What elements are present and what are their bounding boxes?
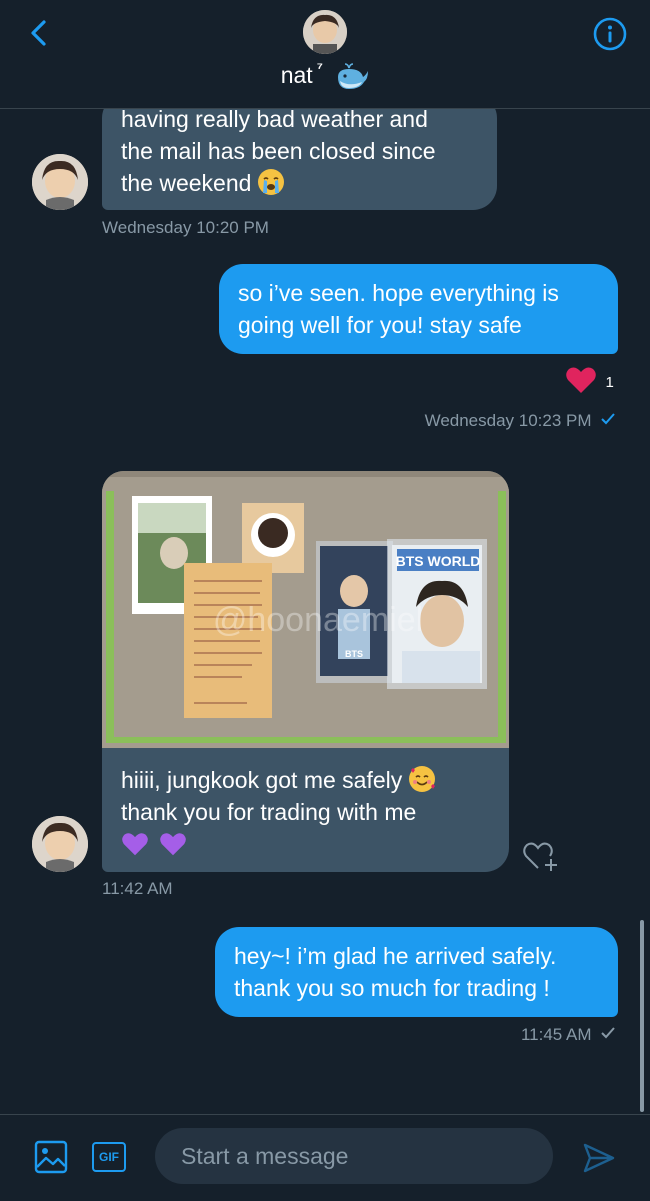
info-icon [593,17,627,51]
check-icon [601,413,615,425]
svg-text:BTS: BTS [345,649,363,659]
profile-photo [32,154,88,210]
sent-message-bubble[interactable]: hey~! i’m glad he arrived safely. thank … [215,927,618,1017]
message-status: Wednesday 10:23 PM [425,411,616,431]
contact-name: nat [280,62,313,88]
gif-label: GIF [99,1150,119,1164]
header-avatar[interactable] [303,10,347,54]
message-input[interactable]: Start a message [155,1128,553,1184]
whale-emoji-icon [338,63,369,89]
message-timestamp: Wednesday 10:20 PM [102,218,269,237]
image-icon [34,1140,68,1174]
smiling-face-with-hearts-emoji-icon [408,766,435,792]
message-image[interactable]: BTS BTS WORLD @hoonaemiel [102,471,509,748]
message-line: hiiii, jungkook got me safely [121,764,491,796]
message-line [121,828,491,865]
message-line: going well for you! stay safe [238,312,522,338]
composer-bar: GIF Start a message [0,1114,650,1201]
send-button[interactable] [582,1141,616,1175]
name-superscript: ⁷ [316,60,323,77]
photocard-text: BTS WORLD [396,553,481,569]
chevron-left-icon [31,20,46,46]
info-button[interactable] [592,16,628,52]
loudly-crying-emoji-icon [257,169,284,195]
received-message-bubble[interactable]: having really bad weather and the mail h… [102,94,497,210]
media-button[interactable] [34,1140,68,1174]
send-icon [583,1143,615,1173]
check-icon [601,1027,615,1039]
gif-button[interactable]: GIF [92,1142,126,1172]
conversation-title[interactable]: nat ⁷ [0,60,650,91]
message-reaction[interactable]: 1 [565,365,614,395]
message-timestamp: Wednesday 10:23 PM [424,411,592,430]
message-line: hey~! i’m glad he arrived safely. [234,943,557,969]
message-line: the weekend [121,167,477,199]
reaction-count: 1 [605,374,614,391]
image-watermark: @hoonaemiel [213,601,423,639]
back-button[interactable] [22,16,56,50]
message-timestamp: 11:45 AM [520,1025,592,1044]
message-line: the mail has been closed since [121,138,436,164]
message-input-placeholder: Start a message [181,1143,349,1169]
message-status: 11:45 AM [521,1025,616,1045]
purple-heart-emoji-icon [160,833,187,856]
heart-plus-icon [523,842,557,871]
conversation-header: nat ⁷ [0,0,650,109]
sent-message-bubble[interactable]: so i’ve seen. hope everything is going w… [219,264,618,354]
purple-heart-emoji-icon [122,833,148,856]
message-line: thank you so much for trading ! [234,975,550,1001]
heart-icon [566,367,596,393]
profile-photo [32,816,88,872]
sender-avatar[interactable] [32,154,88,210]
add-reaction-button[interactable] [522,838,560,872]
sender-avatar[interactable] [32,816,88,872]
profile-photo [303,10,347,54]
message-line: thank you for trading with me [121,799,417,825]
photo-of-journal-spread: BTS BTS WORLD @hoonaemiel [102,471,509,748]
scrollbar[interactable] [640,920,644,1112]
message-line: so i’ve seen. hope everything is [238,280,559,306]
message-timestamp: 11:42 AM [102,879,173,898]
received-message-bubble[interactable]: hiiii, jungkook got me safely thank you … [102,748,509,872]
